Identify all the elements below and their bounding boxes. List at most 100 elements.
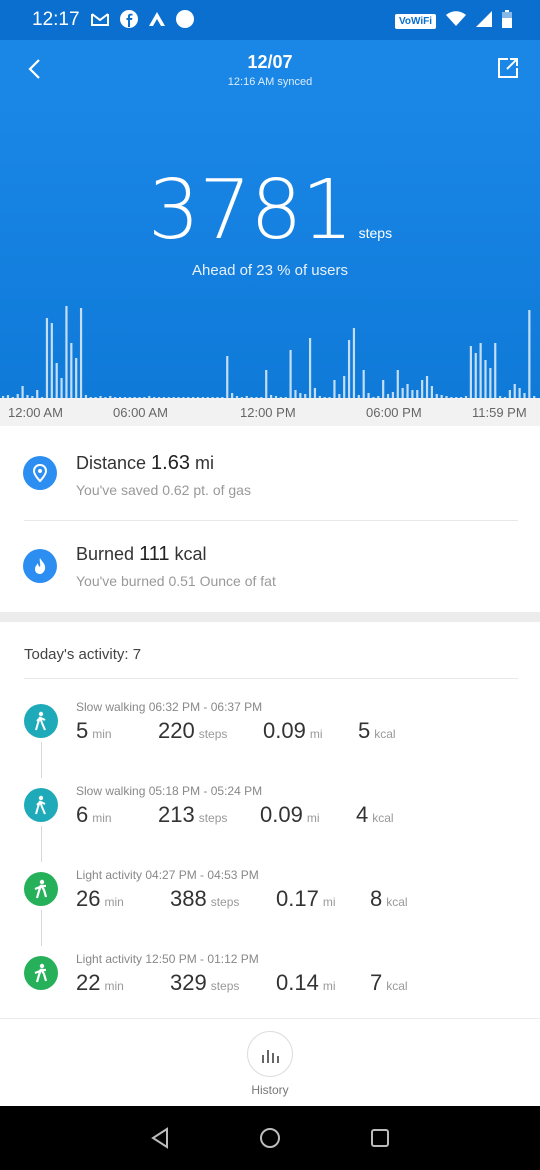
burned-value: 111 <box>139 543 170 565</box>
light-activity-icon <box>24 956 58 990</box>
chart-bar <box>308 338 312 398</box>
chart-bar <box>226 356 229 398</box>
activity-title: Slow walking 06:32 PM - 06:37 PM <box>76 700 263 714</box>
chart-bar <box>416 390 419 398</box>
chart-bar <box>289 350 292 398</box>
chart-bar <box>60 378 63 398</box>
bar-chart-icon <box>262 1050 279 1063</box>
gmail-icon <box>90 11 110 32</box>
steps-unit: steps <box>358 225 393 241</box>
burned-row[interactable]: Burned 111 kcal You've burned 0.51 Ounce… <box>0 521 540 613</box>
header: 12/07 12:16 AM synced <box>0 40 540 98</box>
chart-bar <box>479 343 482 398</box>
share-button[interactable] <box>496 56 522 82</box>
chart-bar <box>313 388 317 398</box>
walking-icon <box>24 788 58 822</box>
time-tick: 12:00 PM <box>240 405 296 420</box>
chart-bar <box>347 340 351 398</box>
nav-recents-icon[interactable] <box>368 1126 392 1150</box>
ahead-of-users: Ahead of 23 % of users <box>192 262 348 279</box>
system-nav-bar <box>0 1106 540 1170</box>
chart-bar <box>343 376 346 398</box>
chart-bar <box>50 323 53 398</box>
location-pin-icon <box>23 456 57 490</box>
activity-title: Light activity 04:27 PM - 04:53 PM <box>76 868 259 882</box>
nav-back-icon[interactable] <box>148 1126 172 1150</box>
distance-subtext: You've saved 0.62 pt. of gas <box>76 482 251 498</box>
chart-bar <box>489 368 492 398</box>
activity-calories: 4 kcal <box>356 802 394 827</box>
battery-icon <box>502 10 512 33</box>
activity-steps: 329 steps <box>170 970 240 995</box>
chart-bar <box>396 370 399 398</box>
history-button[interactable] <box>247 1031 293 1077</box>
chart-bar <box>362 370 365 398</box>
chart-bar <box>469 346 472 398</box>
activity-title: Slow walking 05:18 PM - 05:24 PM <box>76 784 263 798</box>
activity-item[interactable]: Light activity 04:27 PM - 04:53 PM 26 min 3… <box>0 868 540 952</box>
activity-duration: 26 min <box>76 886 124 911</box>
steps-bar-chart <box>2 306 536 398</box>
distance-unit: mi <box>195 453 214 473</box>
activity-steps: 213 steps <box>158 802 228 827</box>
chart-bar <box>518 388 521 398</box>
todays-activity-count: Today's activity: 7 <box>24 646 142 663</box>
chart-bar <box>79 308 83 398</box>
flame-icon <box>23 549 57 583</box>
distance-label: Distance <box>76 453 147 473</box>
chart-bar <box>411 390 414 398</box>
light-activity-icon <box>24 872 58 906</box>
chart-bar <box>474 353 477 398</box>
wifi-icon <box>446 11 466 32</box>
bottom-bar: History <box>0 1018 540 1106</box>
activity-calories: 5 kcal <box>358 718 396 743</box>
chart-bar <box>75 358 78 398</box>
chart-bar <box>55 363 58 398</box>
sync-status: 12:16 AM synced <box>227 76 313 88</box>
time-tick: 06:00 AM <box>113 405 168 420</box>
chart-bar <box>494 343 497 398</box>
time-tick: 11:59 PM <box>472 405 527 420</box>
activity-distance: 0.17 mi <box>276 886 336 911</box>
burned-subtext: You've burned 0.51 Ounce of fat <box>76 573 276 589</box>
activity-distance: 0.14 mi <box>276 970 336 995</box>
burned-unit: kcal <box>174 544 207 564</box>
chart-bar <box>401 388 404 398</box>
status-bar: 12:17 VoWiFi <box>0 0 540 40</box>
time-axis: 12:00 AM 06:00 AM 12:00 PM 06:00 PM 11:5… <box>0 398 540 426</box>
activity-title: Light activity 12:50 PM - 01:12 PM <box>76 952 259 966</box>
dot-icon <box>176 10 194 33</box>
chart-bar <box>406 384 409 398</box>
chart-bar <box>425 376 429 398</box>
vowifi-badge: VoWiFi <box>394 14 436 29</box>
steps-hero: 3781 steps Ahead of 23 % of users <box>0 98 540 398</box>
chart-bar <box>382 380 385 398</box>
activity-item[interactable]: Slow walking 06:32 PM - 06:37 PM 5 min 220 s… <box>0 700 540 784</box>
divider <box>24 678 518 679</box>
chart-bar <box>513 384 516 398</box>
chart-bar <box>508 390 511 398</box>
activity-item[interactable]: Slow walking 05:18 PM - 05:24 PM 6 min 213 s… <box>0 784 540 868</box>
steps-count: 3781 <box>147 163 354 258</box>
activity-distance: 0.09 mi <box>263 718 323 743</box>
activity-duration: 5 min <box>76 718 112 743</box>
app-icon <box>148 11 166 32</box>
signal-icon <box>476 11 492 32</box>
distance-row[interactable]: Distance 1.63 mi You've saved 0.62 pt. o… <box>0 428 540 520</box>
activity-steps: 220 steps <box>158 718 228 743</box>
time-tick: 12:00 AM <box>8 405 63 420</box>
facebook-icon <box>120 10 138 33</box>
nav-home-icon[interactable] <box>258 1126 282 1150</box>
activity-calories: 8 kcal <box>370 886 408 911</box>
chart-bar <box>484 360 487 398</box>
chart-bar <box>421 380 424 398</box>
section-divider <box>0 612 540 622</box>
chart-bar <box>36 390 39 398</box>
chart-bar <box>65 306 68 398</box>
activity-duration: 22 min <box>76 970 124 995</box>
activity-duration: 6 min <box>76 802 112 827</box>
chart-bar <box>265 370 268 398</box>
burned-label: Burned <box>76 544 135 564</box>
activity-steps: 388 steps <box>170 886 240 911</box>
walking-icon <box>24 704 58 738</box>
